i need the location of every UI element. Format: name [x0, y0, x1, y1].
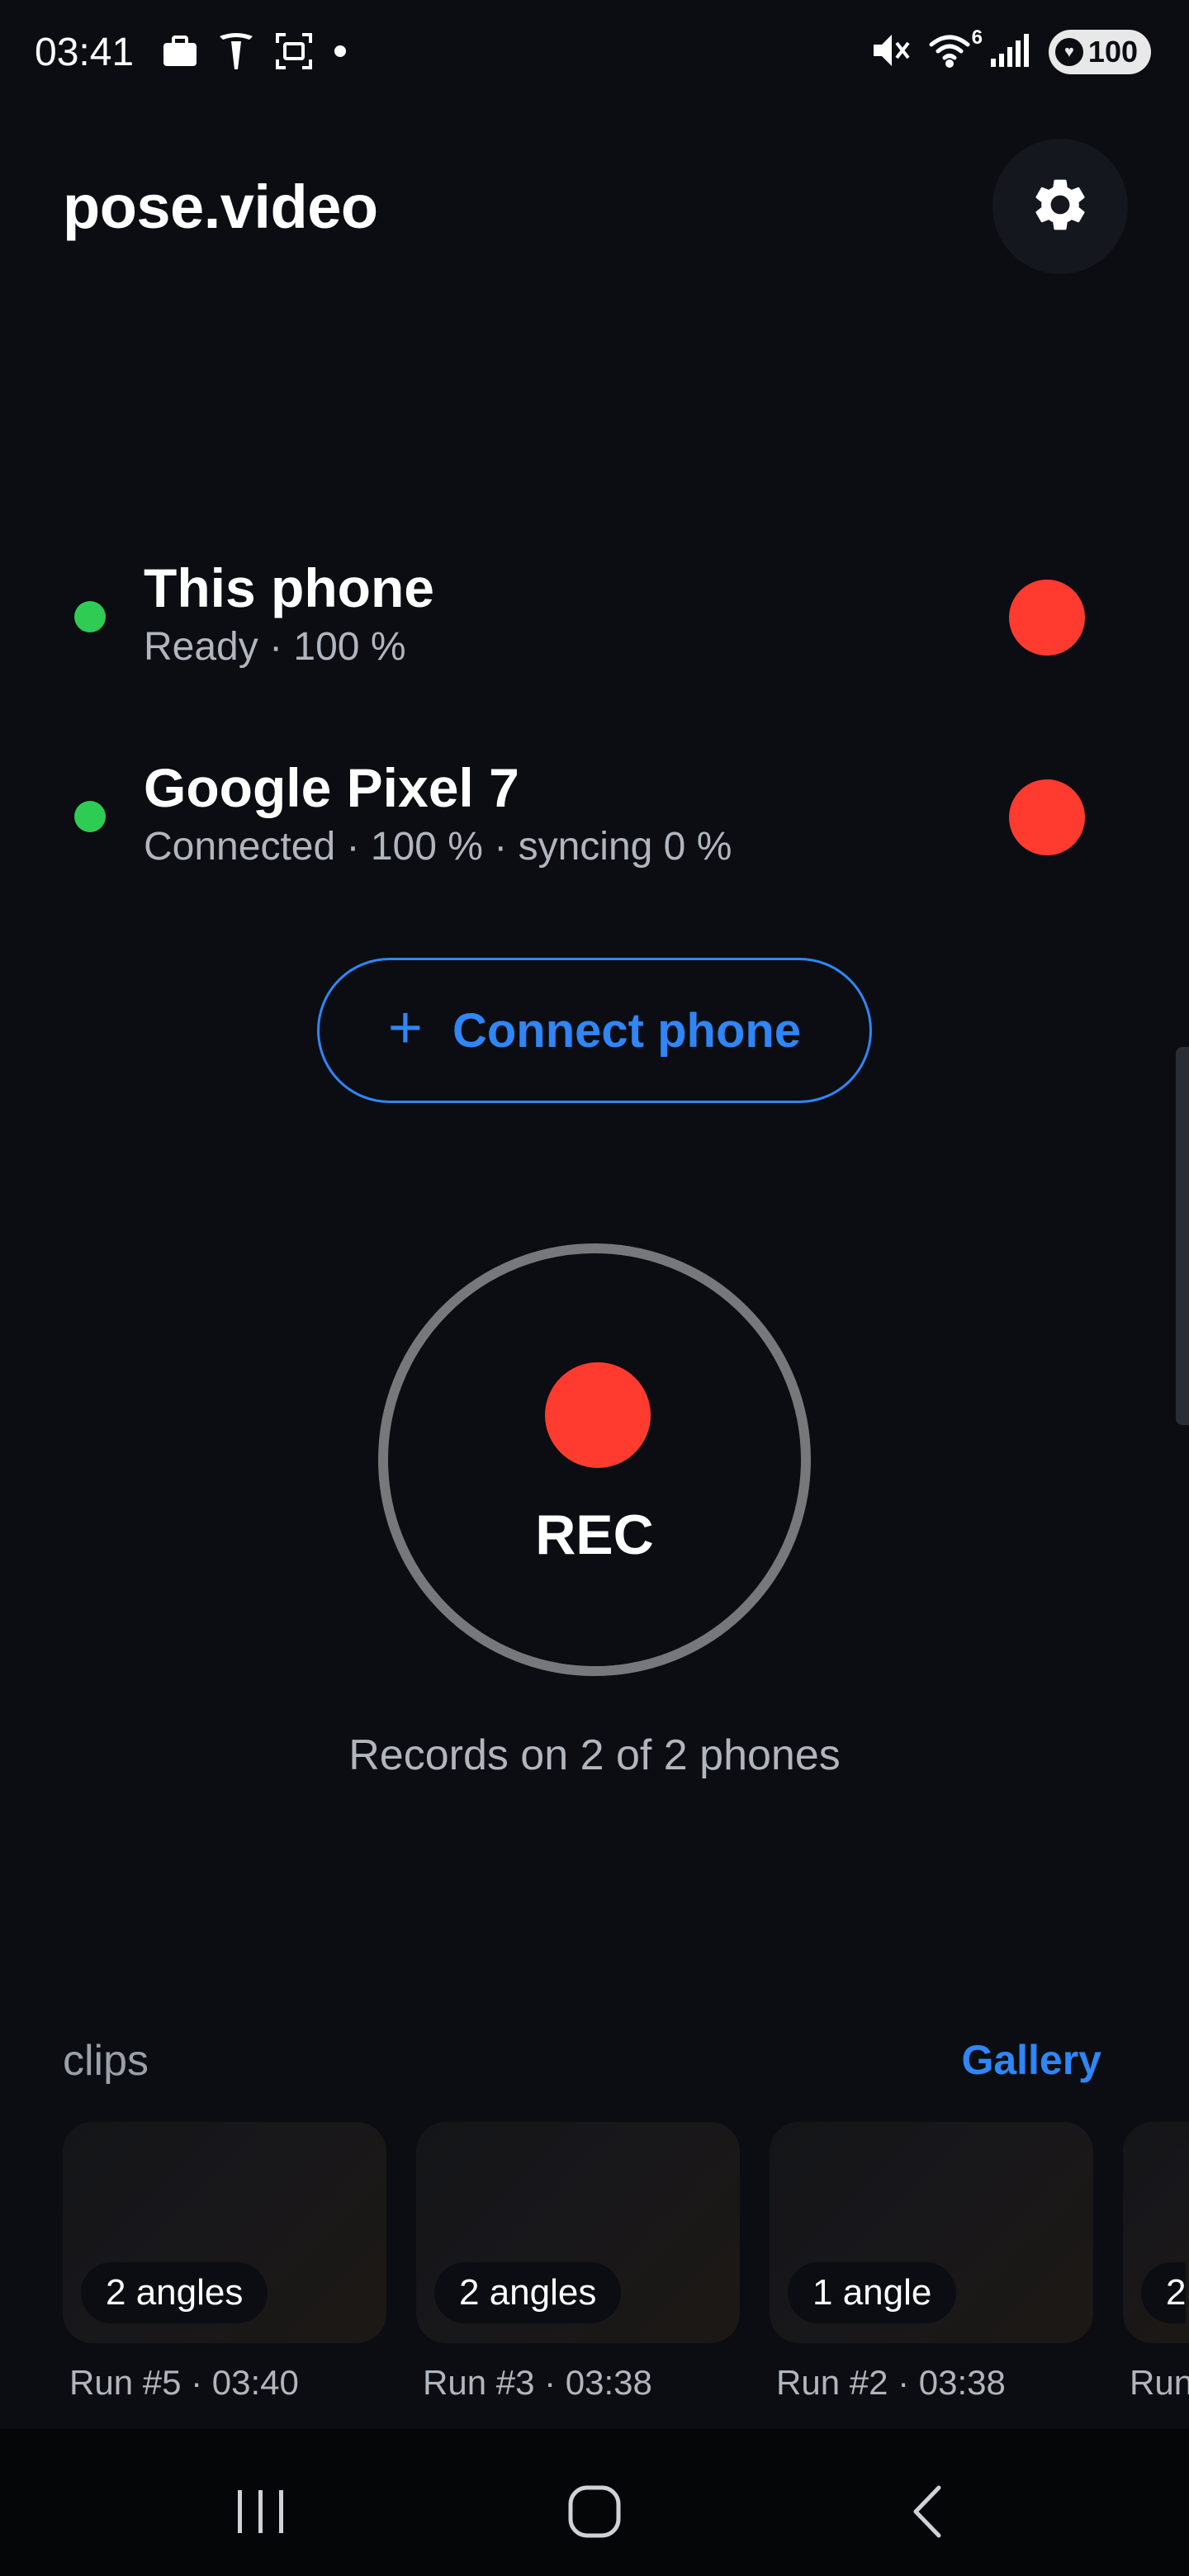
status-dot [74, 801, 106, 832]
record-dot-icon [545, 1362, 651, 1468]
device-name: Google Pixel 7 [144, 757, 519, 818]
device-row-google-pixel-7[interactable]: Google Pixel 7 Connected · 100 % · synci… [0, 736, 1189, 902]
record-button[interactable]: REC [378, 1243, 811, 1676]
home-button[interactable] [553, 2472, 636, 2555]
clip-angles-badge: 1 angle [788, 2262, 957, 2323]
screenshot-icon [274, 31, 314, 75]
wifi-icon: 6 [928, 26, 983, 72]
clip-caption: Run #3 · 03:38 [423, 2363, 652, 2402]
status-right-icons: 6 ♥ 100 [870, 26, 1151, 74]
clip-caption: Run #5 · 03:40 [69, 2363, 299, 2402]
clip-card[interactable]: 2 angles [63, 2122, 386, 2343]
status-dot [74, 601, 106, 632]
battery-shield-icon: ♥ [1054, 38, 1083, 66]
status-bar: 03:41 6 ♥ 100 [0, 0, 1189, 116]
tesla-icon [218, 31, 254, 75]
clip-caption: Run [1130, 2363, 1189, 2402]
recents-button[interactable] [220, 2472, 302, 2555]
clip-card[interactable]: 2 angles [416, 2122, 740, 2343]
device-row-this-phone[interactable]: This phone Ready · 100 % [0, 537, 1189, 702]
clip-angles-badge: 2 angles [81, 2262, 268, 2323]
back-icon [907, 2484, 949, 2543]
signal-icon [989, 32, 1030, 73]
clip-card[interactable]: 2 [1123, 2122, 1189, 2343]
app-title: pose.video [63, 173, 378, 241]
device-status: Ready · 100 % [144, 625, 406, 669]
scrollbar[interactable] [1176, 1047, 1189, 1425]
clips-heading: clips [63, 2037, 149, 2085]
clip-angles-badge: 2 [1141, 2262, 1187, 2323]
clip-caption: Run #2 · 03:38 [776, 2363, 1006, 2402]
status-left-icons [162, 31, 347, 75]
dot-icon [334, 45, 347, 62]
connect-phone-button[interactable]: + Connect phone [317, 958, 872, 1103]
recents-icon [234, 2487, 287, 2540]
record-label: REC [535, 1503, 654, 1566]
device-record-indicator[interactable] [1009, 779, 1085, 855]
settings-button[interactable] [992, 139, 1128, 274]
gallery-link[interactable]: Gallery [961, 2036, 1101, 2084]
briefcase-icon [162, 35, 198, 72]
connect-phone-label: Connect phone [452, 1003, 802, 1058]
clip-card[interactable]: 1 angle [770, 2122, 1093, 2343]
battery-indicator: ♥ 100 [1048, 30, 1151, 74]
device-status: Connected · 100 % · syncing 0 % [144, 825, 732, 869]
navigation-bar [0, 2429, 1189, 2576]
status-time: 03:41 [35, 31, 135, 74]
wifi-superscript: 6 [971, 26, 983, 49]
record-caption: Records on 2 of 2 phones [348, 1731, 841, 1779]
home-icon [567, 2484, 622, 2543]
mute-icon [870, 31, 910, 73]
plus-icon: + [387, 995, 423, 1061]
device-record-indicator[interactable] [1009, 580, 1085, 656]
clip-angles-badge: 2 angles [434, 2262, 622, 2323]
device-name: This phone [144, 557, 434, 618]
gear-icon [1029, 173, 1092, 240]
battery-level: 100 [1087, 35, 1138, 69]
back-button[interactable] [887, 2472, 969, 2555]
